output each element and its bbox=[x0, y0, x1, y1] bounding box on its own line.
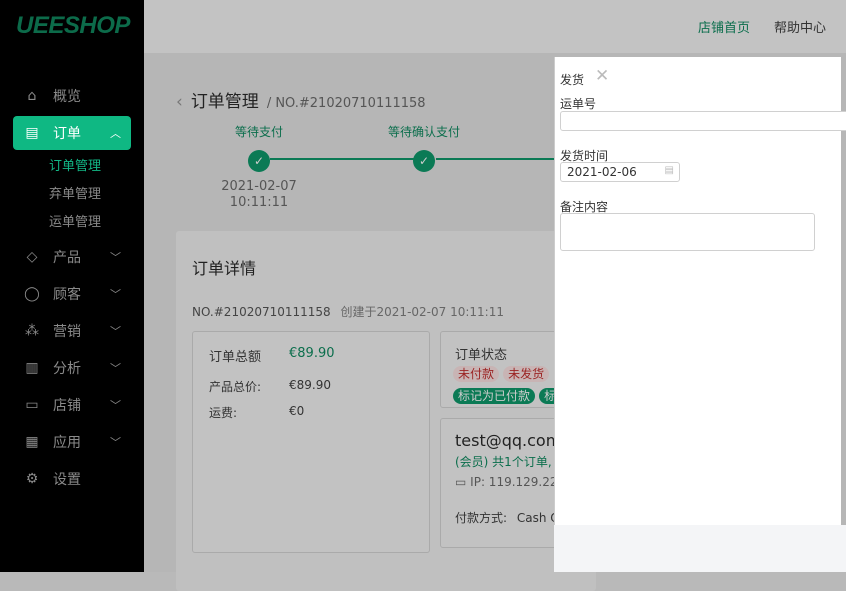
step-label: 等待支付 bbox=[234, 125, 283, 139]
clipboard-icon: ▤ bbox=[25, 125, 39, 141]
total-value: €89.90 bbox=[289, 346, 335, 361]
store-icon: ▭ bbox=[25, 397, 39, 413]
sidebar-sub-order-manage[interactable]: 订单管理 bbox=[0, 153, 144, 181]
label: 订单 bbox=[53, 126, 81, 142]
customer-card: test@qq.com (会员) 共1个订单, ▭ IP: 119.129.22… bbox=[440, 418, 570, 548]
label: 顾客 bbox=[53, 287, 81, 303]
chevron-down-icon: ﹀ bbox=[110, 325, 121, 338]
chevron-down-icon: ﹀ bbox=[110, 399, 121, 412]
section-title: 订单详情 bbox=[192, 259, 257, 278]
shipping-label: 运费: bbox=[209, 406, 238, 420]
label: 分析 bbox=[53, 361, 81, 377]
back-icon[interactable]: ‹ bbox=[176, 92, 183, 112]
store-home-link[interactable]: 店铺首页 bbox=[698, 17, 750, 36]
sidebar-item-marketing[interactable]: ⁂ 营销 ﹀ bbox=[13, 314, 131, 348]
customer-email[interactable]: test@qq.com bbox=[455, 431, 561, 450]
tracking-number-input[interactable] bbox=[560, 111, 846, 131]
label: 概览 bbox=[53, 89, 81, 105]
date-value: 2021-02-06 bbox=[567, 165, 637, 179]
step-awaiting-payment: 等待支付 ✓ bbox=[179, 123, 339, 172]
ip-address: IP: 119.129.22 bbox=[470, 475, 558, 489]
cube-icon: ◇ bbox=[26, 249, 38, 265]
label: 应用 bbox=[53, 435, 81, 451]
step-awaiting-confirm: 等待确认支付 ✓ bbox=[344, 123, 504, 172]
product-value: €89.90 bbox=[289, 378, 331, 392]
step-line bbox=[436, 158, 556, 160]
sidebar-item-store[interactable]: ▭ 店铺 ﹀ bbox=[13, 388, 131, 422]
apps-icon: ▦ bbox=[25, 434, 39, 450]
member-info: (会员) 共1个订单, bbox=[455, 455, 552, 469]
page-title: 订单管理 bbox=[190, 92, 259, 112]
chevron-down-icon: ﹀ bbox=[110, 288, 121, 301]
status-card: 订单状态 未付款 未发货 标记为已付款 标记 bbox=[440, 331, 574, 408]
ship-date-picker[interactable]: 2021-02-06 ▤ bbox=[560, 162, 680, 182]
bar-chart-icon: ▥ bbox=[25, 360, 39, 376]
status-label: 订单状态 bbox=[455, 348, 508, 363]
gear-icon: ⚙ bbox=[25, 471, 39, 487]
check-icon: ✓ bbox=[413, 150, 435, 172]
sidebar-sub-shipping[interactable]: 运单管理 bbox=[0, 209, 144, 237]
user-icon: ◯ bbox=[24, 286, 40, 302]
label: 营销 bbox=[53, 324, 81, 340]
sidebar-item-apps[interactable]: ▦ 应用 ﹀ bbox=[13, 425, 131, 459]
order-number: / NO.#21020710111158 bbox=[266, 96, 426, 111]
sidebar-item-settings[interactable]: ⚙ 设置 bbox=[13, 462, 131, 496]
top-header: 店铺首页 帮助中心 bbox=[144, 0, 846, 53]
label: 店铺 bbox=[53, 398, 81, 414]
amount-card: 订单总额 €89.90 产品总价: €89.90 运费: €0 bbox=[192, 331, 430, 553]
chevron-down-icon: ﹀ bbox=[110, 436, 121, 449]
sidebar-item-customers[interactable]: ◯ 顾客 ﹀ bbox=[13, 277, 131, 311]
close-icon[interactable]: ✕ bbox=[595, 66, 609, 86]
sidebar-item-products[interactable]: ◇ 产品 ﹀ bbox=[13, 240, 131, 274]
note-textarea[interactable] bbox=[560, 213, 815, 251]
status-badge: 未付款 bbox=[453, 366, 500, 382]
page-background bbox=[554, 525, 846, 572]
step-label: 等待确认支付 bbox=[387, 125, 460, 139]
product-label: 产品总价: bbox=[209, 380, 262, 394]
chevron-up-icon: ︿ bbox=[110, 127, 121, 140]
ship-drawer: 发货 ✕ 运单号 发货时间 2021-02-06 ▤ 备注内容 bbox=[554, 57, 846, 525]
breadcrumb: ‹ 订单管理 / NO.#21020710111158 bbox=[176, 87, 426, 112]
logo: UEESHOP bbox=[16, 12, 130, 39]
label: 设置 bbox=[53, 472, 81, 488]
home-icon: ⌂ bbox=[27, 88, 37, 104]
check-icon: ✓ bbox=[248, 150, 270, 172]
sidebar-item-overview[interactable]: ⌂ 概览 bbox=[13, 79, 131, 113]
total-label: 订单总额 bbox=[209, 350, 262, 365]
drawer-title: 发货 bbox=[560, 73, 585, 87]
sidebar-sub-abandoned[interactable]: 弃单管理 bbox=[0, 181, 144, 209]
payment-label: 付款方式: bbox=[455, 511, 508, 525]
created-time: 创建于2021-02-07 10:11:11 bbox=[340, 305, 504, 319]
chevron-down-icon: ﹀ bbox=[110, 251, 121, 264]
calendar-icon[interactable]: ▤ bbox=[665, 165, 674, 176]
monitor-icon: ▭ bbox=[455, 475, 467, 489]
detail-order-no: NO.#21020710111158 bbox=[192, 305, 331, 319]
help-center-link[interactable]: 帮助中心 bbox=[774, 17, 826, 36]
sidebar-item-orders[interactable]: ▤ 订单 ︿ bbox=[13, 116, 131, 150]
mark-paid-button[interactable]: 标记为已付款 bbox=[453, 388, 536, 404]
tracking-label: 运单号 bbox=[560, 97, 597, 111]
shipping-value: €0 bbox=[289, 404, 305, 418]
sidebar: UEESHOP ⌂ 概览 ▤ 订单 ︿ 订单管理 弃单管理 运单管理 ◇ 产品 ﹀ ◯ 顾客… bbox=[0, 0, 144, 572]
sidebar-item-analytics[interactable]: ▥ 分析 ﹀ bbox=[13, 351, 131, 385]
chevron-down-icon: ﹀ bbox=[110, 362, 121, 375]
status-badge: 未发货 bbox=[503, 366, 550, 382]
step-line bbox=[270, 158, 414, 160]
label: 产品 bbox=[53, 250, 81, 266]
step-time: 2021-02-07 10:11:11 bbox=[221, 179, 297, 210]
share-icon: ⁂ bbox=[25, 323, 39, 339]
